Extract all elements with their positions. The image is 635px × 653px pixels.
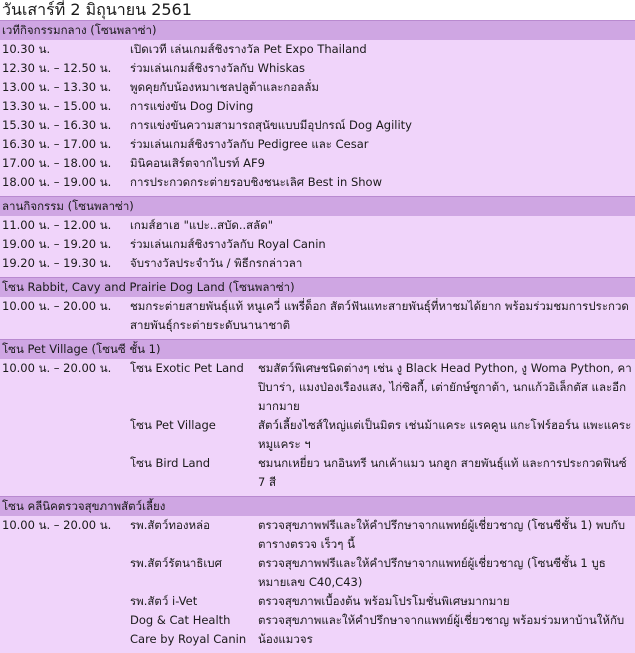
row-event: ตรวจสุขภาพเบื้องต้น พร้อมโปรโมชั่นพิเศษม… [256,592,635,611]
section-header: ลานกิจกรรม (โซนพลาซ่า) [0,196,635,216]
row-time: 10.00 น. – 20.00 น. [0,359,128,416]
schedule-row: โซน Pet Village สัตว์เลี้ยงไซส์ใหญ่แต่เป็… [0,416,635,454]
schedule-row: Dog & Cat Health Care by Royal Canin ตรวจ… [0,611,635,649]
section-header: โซน คลีนิคตรวจสุขภาพสัตว์เลี้ยง [0,496,635,516]
schedule-row: รพ.สัตว์รัตนาธิเบศ ตรวจสุขภาพฟรีและให้คำป… [0,554,635,592]
row-zone: รพ.สัตว์ทองหล่อ [128,516,256,554]
section-spacer-cell [0,649,635,653]
schedule-row: 10.00 น. – 20.00 น. โซน Exotic Pet Land ชม… [0,359,635,416]
row-event: ตรวจสุขภาพฟรีและให้คำปรึกษาจากแพทย์ผู้เช… [256,516,635,554]
row-event: ร่วมเล่นเกมส์ชิงรางวัลกับ Pedigree และ C… [128,135,635,154]
row-time [0,592,128,611]
schedule-row: 11.00 น. – 12.00 น. เกมส์ฮาเฮ "แปะ..สบัด.… [0,216,635,235]
row-time [0,454,128,492]
section-header: โซน Rabbit, Cavy and Prairie Dog Land (โ… [0,277,635,297]
schedule-row: 10.30 น. เปิดเวที เล่นเกมส์ชิงรางวัล Pet … [0,40,635,59]
row-zone: รพ.สัตว์ i-Vet [128,592,256,611]
row-time [0,611,128,649]
row-time: 10.30 น. [0,40,128,59]
row-event: จับรางวัลประจำวัน / พิธีกรกล่าวลา [128,254,635,273]
schedule-table: เวทีกิจกรรมกลาง (โซนพลาซ่า) 10.30 น. เปิดเ… [0,20,635,653]
schedule-row: 10.00 น. – 20.00 น. ชมกระต่ายสายพันธุ์แท้… [0,297,635,335]
section-header-label: โซน Pet Village (โซนซี ชั้น 1) [0,339,635,359]
row-time [0,554,128,592]
row-time: 18.00 น. – 19.00 น. [0,173,128,192]
row-event: มินิคอนเสิร์ตจากไบรท์ AF9 [128,154,635,173]
schedule-row: 19.20 น. – 19.30 น. จับรางวัลประจำวัน / พ… [0,254,635,273]
row-event: ชมสัตว์พิเศษชนิดต่างๆ เช่น งู Black Head… [256,359,635,416]
row-event: การแข่งขันความสามารถสุนัขแบบมีอุปกรณ์ Do… [128,116,635,135]
schedule-row: 17.00 น. – 18.00 น. มินิคอนเสิร์ตจากไบรท์… [0,154,635,173]
row-time: 16.30 น. – 17.00 น. [0,135,128,154]
page-title: วันเสาร์ที่ 2 มิถุนายน 2561 [2,0,192,19]
row-time: 10.00 น. – 20.00 น. [0,297,128,335]
row-zone: โซน Bird Land [128,454,256,492]
row-time: 13.00 น. – 13.30 น. [0,78,128,97]
row-event: ชมกระต่ายสายพันธุ์แท้ หนูเควี่ แพรี่ด็อก… [128,297,635,335]
row-zone: โซน Pet Village [128,416,256,454]
row-time [0,416,128,454]
section-header: เวทีกิจกรรมกลาง (โซนพลาซ่า) [0,20,635,40]
row-time: 13.30 น. – 15.00 น. [0,97,128,116]
row-zone: Dog & Cat Health Care by Royal Canin [128,611,256,649]
row-event: เปิดเวที เล่นเกมส์ชิงรางวัล Pet Expo Tha… [128,40,635,59]
row-event: ตรวจสุขภาพและให้คำปรึกษาจากแพทย์ผู้เชี่ย… [256,611,635,649]
row-zone: รพ.สัตว์รัตนาธิเบศ [128,554,256,592]
section-header-label: โซน คลีนิคตรวจสุขภาพสัตว์เลี้ยง [0,496,635,516]
row-event: ตรวจสุขภาพฟรีและให้คำปรึกษาจากแพทย์ผู้เช… [256,554,635,592]
row-time: 10.00 น. – 20.00 น. [0,516,128,554]
schedule-row: 13.00 น. – 13.30 น. พูดคุยกับน้องหมาเชลปล… [0,78,635,97]
row-event: ร่วมเล่นเกมส์ชิงรางวัลกับ Royal Canin [128,235,635,254]
row-time: 11.00 น. – 12.00 น. [0,216,128,235]
section-header-label: เวทีกิจกรรมกลาง (โซนพลาซ่า) [0,20,635,40]
row-time: 19.00 น. – 19.20 น. [0,235,128,254]
section-spacer [0,649,635,653]
row-event: ชมนกเหยี่ยว นกอินทรี นกเค้าแมว นกฮูก สาย… [256,454,635,492]
schedule-row: 12.30 น. – 12.50 น. ร่วมเล่นเกมส์ชิงรางวั… [0,59,635,78]
row-event: การประกวดกระต่ายรอบชิงชนะเลิศ Best in Sh… [128,173,635,192]
schedule-row: 16.30 น. – 17.00 น. ร่วมเล่นเกมส์ชิงรางวั… [0,135,635,154]
section-header: โซน Pet Village (โซนซี ชั้น 1) [0,339,635,359]
row-event: พูดคุยกับน้องหมาเชลปลูต้าและกอลลั่ม [128,78,635,97]
schedule-row: รพ.สัตว์ i-Vet ตรวจสุขภาพเบื้องต้น พร้อมโ… [0,592,635,611]
schedule-row: 13.30 น. – 15.00 น. การแข่งขัน Dog Diving [0,97,635,116]
row-time: 17.00 น. – 18.00 น. [0,154,128,173]
section-header-label: ลานกิจกรรม (โซนพลาซ่า) [0,196,635,216]
row-time: 19.20 น. – 19.30 น. [0,254,128,273]
row-event: ร่วมเล่นเกมส์ชิงรางวัลกับ Whiskas [128,59,635,78]
schedule-row: 18.00 น. – 19.00 น. การประกวดกระต่ายรอบชิ… [0,173,635,192]
section-header-label: โซน Rabbit, Cavy and Prairie Dog Land (โ… [0,277,635,297]
row-event: เกมส์ฮาเฮ "แปะ..สบัด..สลัด" [128,216,635,235]
row-time: 15.30 น. – 16.30 น. [0,116,128,135]
row-event: การแข่งขัน Dog Diving [128,97,635,116]
row-event: สัตว์เลี้ยงไซส์ใหญ่แต่เป็นมิตร เช่นม้าแค… [256,416,635,454]
row-time: 12.30 น. – 12.50 น. [0,59,128,78]
schedule-row: 10.00 น. – 20.00 น. รพ.สัตว์ทองหล่อ ตรวจสุ… [0,516,635,554]
schedule-row: 15.30 น. – 16.30 น. การแข่งขันความสามารถส… [0,116,635,135]
schedule-row: โซน Bird Land ชมนกเหยี่ยว นกอินทรี นกเค้า… [0,454,635,492]
row-zone: โซน Exotic Pet Land [128,359,256,416]
schedule-row: 19.00 น. – 19.20 น. ร่วมเล่นเกมส์ชิงรางวั… [0,235,635,254]
